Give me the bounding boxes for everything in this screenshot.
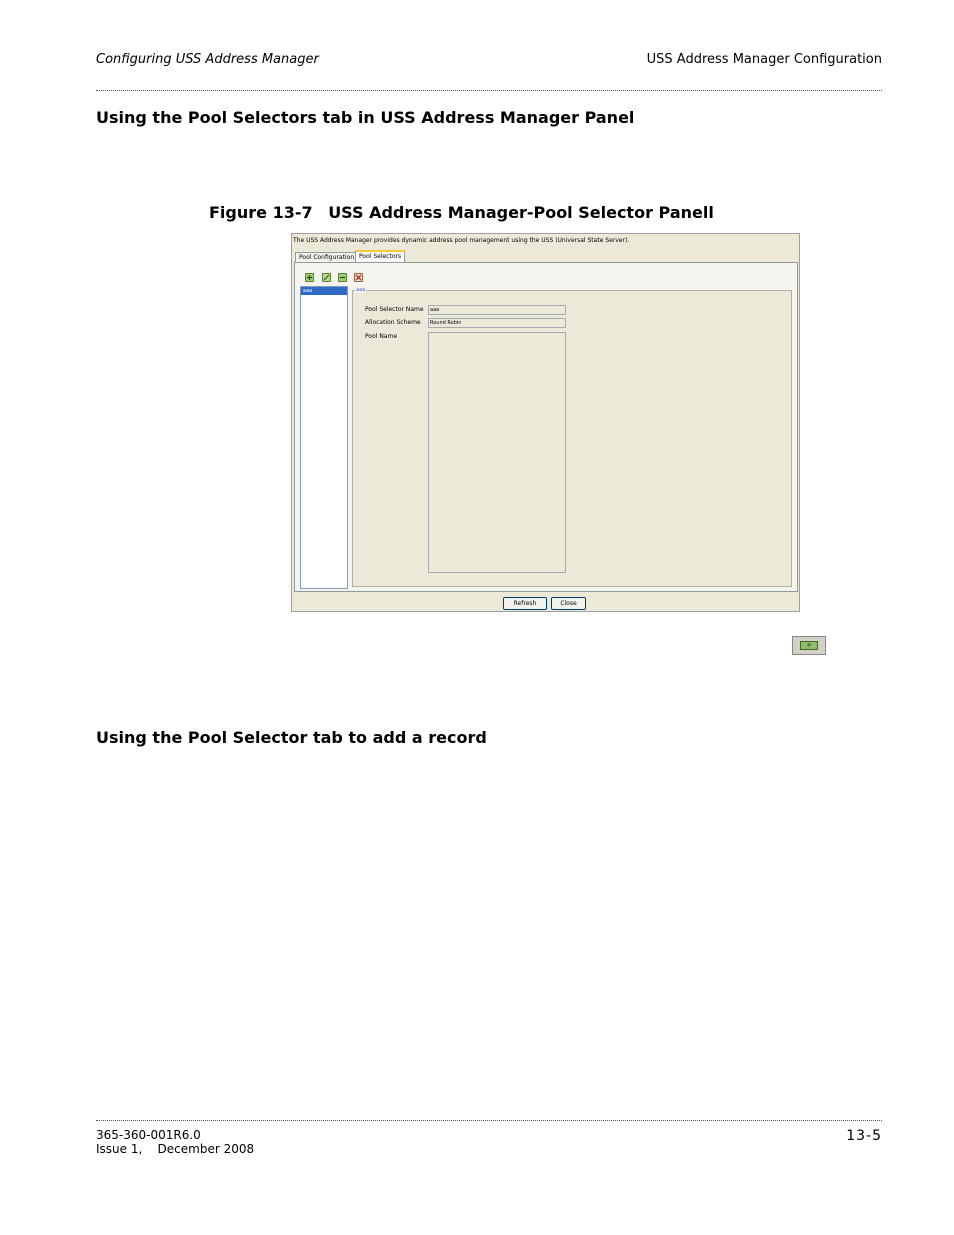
pool-selector-details: aaa Pool Selector Name aaa Allocation Sc…: [352, 287, 792, 587]
figure-caption: Figure 13-7 USS Address Manager-Pool Sel…: [209, 203, 714, 222]
selector-name-label: Pool Selector Name: [365, 306, 424, 313]
list-item[interactable]: aaa: [301, 287, 347, 295]
remove-icon[interactable]: [338, 273, 347, 282]
add-record-icon: +: [792, 636, 826, 655]
document-number: 365-360-001R6.0: [96, 1128, 201, 1142]
section-heading-add-record: Using the Pool Selector tab to add a rec…: [96, 728, 487, 747]
tab-pool-configuration[interactable]: Pool Configuration: [295, 252, 359, 262]
pool-name-list[interactable]: [428, 332, 566, 573]
pool-selector-panel-screenshot: The USS Address Manager provides dynamic…: [291, 233, 800, 612]
footer-info: 365-360-001R6.0 Issue 1, December 2008: [96, 1128, 254, 1156]
details-group-title: aaa: [355, 287, 367, 293]
tab-content: aaa aaa Pool Selector Name aaa Allocatio…: [294, 262, 798, 592]
delete-icon[interactable]: [354, 273, 363, 282]
pool-name-label: Pool Name: [365, 333, 398, 340]
figure-title: USS Address Manager-Pool Selector Panell: [328, 203, 714, 222]
allocation-scheme-label: Allocation Scheme: [365, 319, 421, 326]
panel-intro-text: The USS Address Manager provides dynamic…: [293, 237, 630, 244]
close-button[interactable]: Close: [551, 597, 586, 610]
allocation-scheme-field[interactable]: Round Robin: [428, 318, 566, 328]
add-icon[interactable]: [305, 273, 314, 282]
section-heading-pool-selectors: Using the Pool Selectors tab in USS Addr…: [96, 108, 635, 127]
header-divider: [96, 90, 882, 91]
running-header-chapter: Configuring USS Address Manager: [96, 52, 319, 67]
refresh-button[interactable]: Refresh: [503, 597, 547, 610]
issue-date: Issue 1, December 2008: [96, 1142, 255, 1156]
edit-icon[interactable]: [322, 273, 331, 282]
pool-selector-list[interactable]: aaa: [300, 286, 348, 589]
figure-number: Figure 13-7: [209, 203, 313, 222]
running-header-section: USS Address Manager Configuration: [646, 52, 882, 67]
tab-pool-selectors[interactable]: Pool Selectors: [355, 250, 406, 262]
footer-divider: [96, 1120, 882, 1121]
selector-name-field[interactable]: aaa: [428, 305, 566, 315]
page-number: 13-5: [846, 1128, 882, 1144]
